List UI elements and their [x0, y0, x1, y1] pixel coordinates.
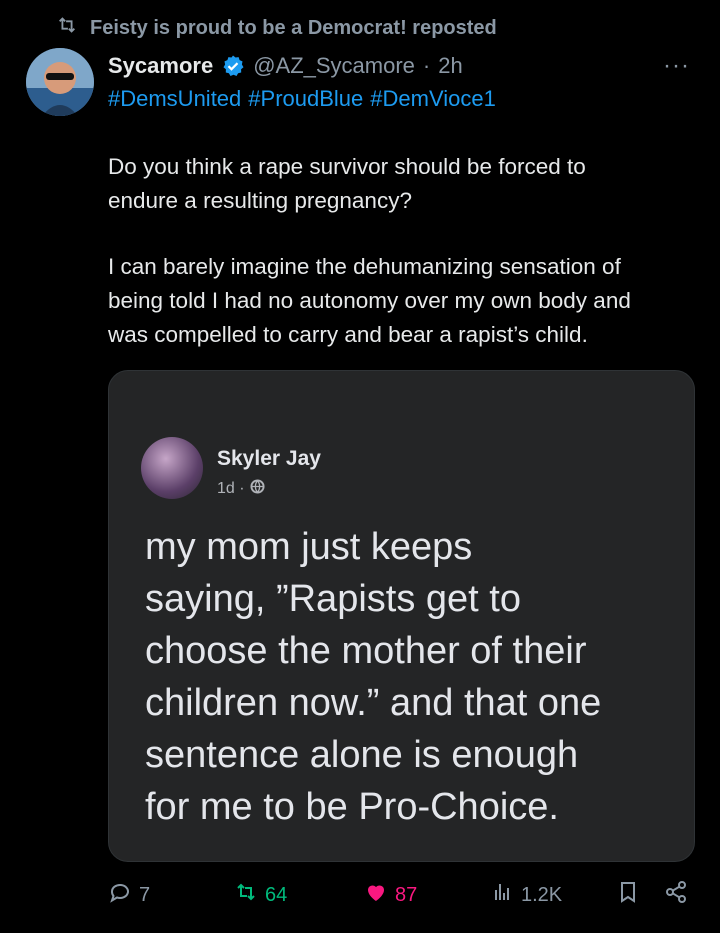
- hashtags: #DemsUnited #ProudBlue #DemVioce1: [108, 86, 496, 112]
- media-author-name: Skyler Jay: [217, 447, 321, 470]
- more-options-icon[interactable]: ···: [663, 52, 690, 80]
- repost-count: 64: [265, 883, 288, 906]
- tweet-actions: 7 64 87 1.2K: [108, 875, 693, 915]
- media-image[interactable]: Skyler Jay 1d · my mom just keeps saying…: [108, 370, 695, 862]
- separator-dot: ·: [422, 53, 431, 78]
- display-name[interactable]: Sycamore: [108, 53, 213, 79]
- hashtag-link[interactable]: #ProudBlue: [248, 86, 363, 112]
- user-handle[interactable]: @AZ_Sycamore: [253, 53, 415, 79]
- repost-icon: [56, 14, 78, 42]
- reply-count: 7: [139, 883, 151, 906]
- avatar[interactable]: [26, 48, 94, 116]
- tweet-header: Sycamore @AZ_Sycamore · 2h: [108, 50, 690, 82]
- repost-header[interactable]: Feisty is proud to be a Democrat! repost…: [56, 14, 497, 42]
- media-post-text: my mom just keeps saying, ”Rapists get t…: [145, 526, 602, 828]
- views-count: 1.2K: [521, 883, 563, 906]
- hashtag-link[interactable]: #DemVioce1: [370, 86, 496, 112]
- reply-icon: [108, 880, 132, 910]
- tweet-text-paragraph: I can barely imagine the dehumanizing se…: [108, 254, 631, 347]
- share-button[interactable]: [664, 875, 688, 915]
- tweet-text-paragraph: Do you think a rape survivor should be f…: [108, 154, 586, 213]
- hashtag-link[interactable]: #DemsUnited: [108, 86, 241, 112]
- repost-icon: [234, 880, 258, 910]
- media-post-time: 1d ·: [217, 480, 245, 497]
- globe-icon: [250, 479, 265, 499]
- repost-button[interactable]: 64: [234, 875, 287, 915]
- repost-label: Feisty is proud to be a Democrat! repost…: [90, 16, 497, 39]
- bookmark-icon: [616, 880, 640, 910]
- verified-badge-icon: [221, 54, 245, 78]
- views-icon: [490, 880, 514, 910]
- post-time[interactable]: 2h: [438, 53, 462, 79]
- media-post-meta: 1d ·: [217, 479, 265, 499]
- media-author-avatar: [141, 437, 203, 499]
- bookmark-button[interactable]: [616, 875, 640, 915]
- like-count: 87: [395, 883, 418, 906]
- reply-button[interactable]: 7: [108, 875, 150, 915]
- like-button[interactable]: 87: [364, 875, 417, 915]
- heart-icon: [364, 880, 388, 910]
- views-button[interactable]: 1.2K: [490, 875, 562, 915]
- share-icon: [664, 880, 688, 910]
